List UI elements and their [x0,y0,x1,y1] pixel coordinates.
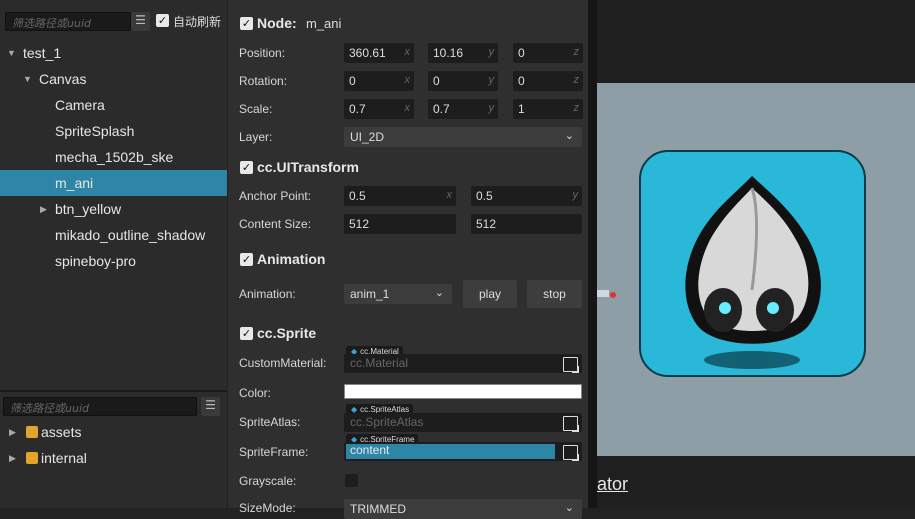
sprite-frame-field[interactable]: content [344,442,582,461]
position-x-input[interactable]: 360.61 x [344,43,414,63]
chevron-down-icon[interactable]: ▼ [7,40,16,66]
panel-divider[interactable] [0,390,227,392]
inspector-panel: ✓ Node: m_ani Position: 360.61 x 10.16 y 0… [228,0,588,519]
layer-select[interactable]: UI_2D ⌄ [344,127,582,147]
rotation-z-input[interactable]: 0z [513,71,583,91]
position-z-input[interactable]: 0z [513,43,583,63]
position-label: Position: [239,46,286,60]
node-active-checkbox[interactable]: ✓ [240,17,253,30]
scene-link[interactable]: ator [597,474,628,495]
animation-select[interactable]: anim_1 ⌄ [344,284,452,304]
content-height-input[interactable]: 512 [471,214,582,234]
tree-item-label: btn_yellow [55,201,122,217]
sprite-frame-label: SpriteFrame: [239,445,309,459]
tree-item-label: m_ani [55,175,94,191]
auto-refresh-label: 自动刷新 [173,15,222,29]
color-swatch[interactable] [344,384,582,399]
tree-item-spineboy[interactable]: spineboy-pro [0,248,227,274]
chevron-right-icon[interactable]: ▶ [9,445,16,471]
sprite-section-title: cc.Sprite [257,325,317,341]
scale-z-input[interactable]: 1z [513,99,583,119]
sprite-enabled-checkbox[interactable]: ✓ [240,327,253,340]
tree-item-mikado[interactable]: mikado_outline_shadow [0,222,227,248]
tree-item-label: Camera [55,97,105,113]
scale-y-input[interactable]: 0.7 y [428,99,498,119]
animation-enabled-checkbox[interactable]: ✓ [240,253,253,266]
size-mode-select[interactable]: TRIMMED ⌄ [344,499,582,519]
tree-item-camera[interactable]: Camera [0,92,227,118]
chevron-right-icon[interactable]: ▶ [40,196,47,222]
tree-item-label: Canvas [39,71,87,87]
database-icon [26,452,38,464]
list-view-icon[interactable]: ☰ [201,397,220,416]
chevron-down-icon[interactable]: ▼ [23,66,32,92]
cocos-logo [639,150,866,377]
tree-item-label: mecha_1502b_ske [55,149,174,165]
anchor-point-label: Anchor Point: [239,189,312,203]
grayscale-label: Grayscale: [239,474,297,488]
tree-item-canvas[interactable]: ▼ Canvas [0,66,227,92]
gizmo-icon[interactable] [597,287,617,301]
tree-item-test-1[interactable]: ▼ test_1 [0,40,227,66]
auto-refresh-checkbox[interactable]: ✓ [156,14,169,27]
select-asset-icon[interactable] [563,445,579,461]
color-label: Color: [239,386,272,400]
tree-item-internal[interactable]: ▶ internal [0,445,227,471]
custom-material-label: CustomMaterial: [239,356,327,370]
hierarchy-filter-input[interactable]: 筛选路径或uuid [5,12,131,31]
tree-item-assets[interactable]: ▶ assets [0,419,227,445]
select-asset-icon[interactable] [563,357,579,373]
rotation-label: Rotation: [239,74,288,88]
scene-preview [597,83,915,456]
anchor-y-input[interactable]: 0.5 y [471,186,582,206]
tree-item-label: spineboy-pro [55,253,136,269]
panel-splitter[interactable] [588,0,597,508]
tree-item-label: internal [41,450,87,466]
animation-section-title: Animation [257,251,326,267]
tree-item-label: test_1 [23,45,62,61]
custom-material-value: cc.Material [350,356,409,370]
node-name: m_ani [306,16,342,31]
play-button[interactable]: play [463,280,517,308]
tree-item-m-ani[interactable]: m_ani [0,170,227,196]
stop-button[interactable]: stop [527,280,582,308]
tree-item-label: SpriteSplash [55,123,135,139]
node-section-title: Node: [257,15,297,31]
rotation-y-input[interactable]: 0y [428,71,498,91]
sprite-atlas-value: cc.SpriteAtlas [350,415,424,429]
tree-item-label: mikado_outline_shadow [55,227,206,243]
grayscale-checkbox[interactable] [345,474,358,487]
sprite-atlas-field[interactable]: cc.SpriteAtlas [344,413,582,432]
animation-label: Animation: [239,287,296,301]
size-mode-label: SizeMode: [239,501,296,515]
list-view-icon[interactable]: ☰ [131,12,150,31]
select-asset-icon[interactable] [563,416,579,432]
sprite-frame-value: content [350,443,390,457]
uitransform-enabled-checkbox[interactable]: ✓ [240,161,253,174]
scale-label: Scale: [239,102,273,116]
hierarchy-panel: 筛选路径或uuid ☰ ✓ 自动刷新 ▼ test_1 ▼ Canvas Cam… [0,0,227,508]
chevron-down-icon: ⌄ [564,130,574,142]
sprite-atlas-label: SpriteAtlas: [239,415,301,429]
tree-item-spritesplash[interactable]: SpriteSplash [0,118,227,144]
chevron-right-icon[interactable]: ▶ [9,419,16,445]
layer-label: Layer: [239,130,273,144]
anchor-x-input[interactable]: 0.5 x [344,186,456,206]
content-size-label: Content Size: [239,217,312,231]
position-y-input[interactable]: 10.16 y [428,43,498,63]
custom-material-field[interactable]: cc.Material [344,354,582,373]
content-width-input[interactable]: 512 [344,214,456,234]
assets-filter-input[interactable]: 筛选路径或uuid [3,397,197,416]
chevron-down-icon: ⌄ [434,287,444,299]
tree-item-btn-yellow[interactable]: ▶ btn_yellow [0,196,227,222]
tree-item-label: assets [41,424,82,440]
uitransform-section-title: cc.UITransform [257,159,359,175]
scale-x-input[interactable]: 0.7 x [344,99,414,119]
rotation-x-input[interactable]: 0x [344,71,414,91]
database-icon [26,426,38,438]
tree-item-mecha[interactable]: mecha_1502b_ske [0,144,227,170]
